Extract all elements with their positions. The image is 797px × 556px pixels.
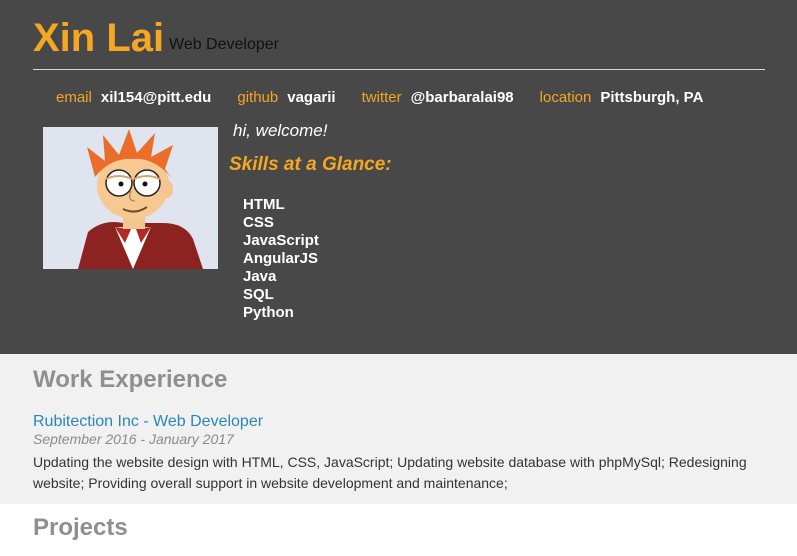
contact-github-link[interactable]: vagarii bbox=[287, 89, 335, 106]
contact-bar: email xil154@pitt.edu github vagarii twitt… bbox=[56, 89, 797, 107]
contact-email: email xil154@pitt.edu bbox=[56, 89, 211, 107]
cartoon-avatar-image bbox=[43, 127, 218, 269]
contact-location-label: location bbox=[539, 89, 592, 106]
header-section: Xin Lai Web Developer email xil154@pitt.e… bbox=[0, 0, 797, 354]
contact-twitter: twitter @barbaralai98 bbox=[362, 89, 514, 107]
work-experience-section: Work Experience Rubitection Inc - Web De… bbox=[0, 354, 797, 504]
skill-item: CSS bbox=[243, 214, 274, 231]
name-heading: Xin Lai bbox=[33, 16, 165, 60]
contact-email-label: email bbox=[56, 89, 92, 106]
projects-heading: Projects bbox=[33, 514, 128, 541]
contact-github: github vagarii bbox=[237, 89, 335, 107]
job-dates: September 2016 - January 2017 bbox=[33, 431, 234, 447]
profile-avatar bbox=[43, 127, 218, 269]
role-subtitle: Web Developer bbox=[169, 36, 279, 53]
skill-item: AngularJS bbox=[243, 250, 319, 267]
job-title-link[interactable]: Rubitection Inc - Web Developer bbox=[33, 412, 263, 432]
skill-item: HTML bbox=[243, 196, 285, 213]
skills-heading: Skills at a Glance: bbox=[229, 154, 392, 175]
skill-item: JavaScript bbox=[243, 232, 319, 249]
contact-location: location Pittsburgh, PA bbox=[540, 89, 704, 107]
job-description: Updating the website design with HTML, C… bbox=[33, 454, 747, 491]
skill-item: Python bbox=[243, 304, 294, 321]
projects-section: Projects bbox=[0, 504, 797, 556]
skills-list: HTML CSS JavaScript AngularJS Java SQL P… bbox=[243, 196, 319, 322]
contact-twitter-link[interactable]: @barbaralai98 bbox=[411, 89, 514, 106]
skill-item: Java bbox=[243, 268, 277, 285]
contact-location-value: Pittsburgh, PA bbox=[600, 89, 704, 106]
header-divider bbox=[33, 69, 765, 70]
work-experience-heading: Work Experience bbox=[33, 366, 228, 393]
contact-email-link[interactable]: xil154@pitt.edu bbox=[101, 89, 212, 106]
skill-item: SQL bbox=[243, 286, 274, 303]
contact-github-label: github bbox=[237, 89, 279, 106]
welcome-text: hi, welcome! bbox=[233, 121, 328, 140]
contact-twitter-label: twitter bbox=[361, 89, 402, 106]
